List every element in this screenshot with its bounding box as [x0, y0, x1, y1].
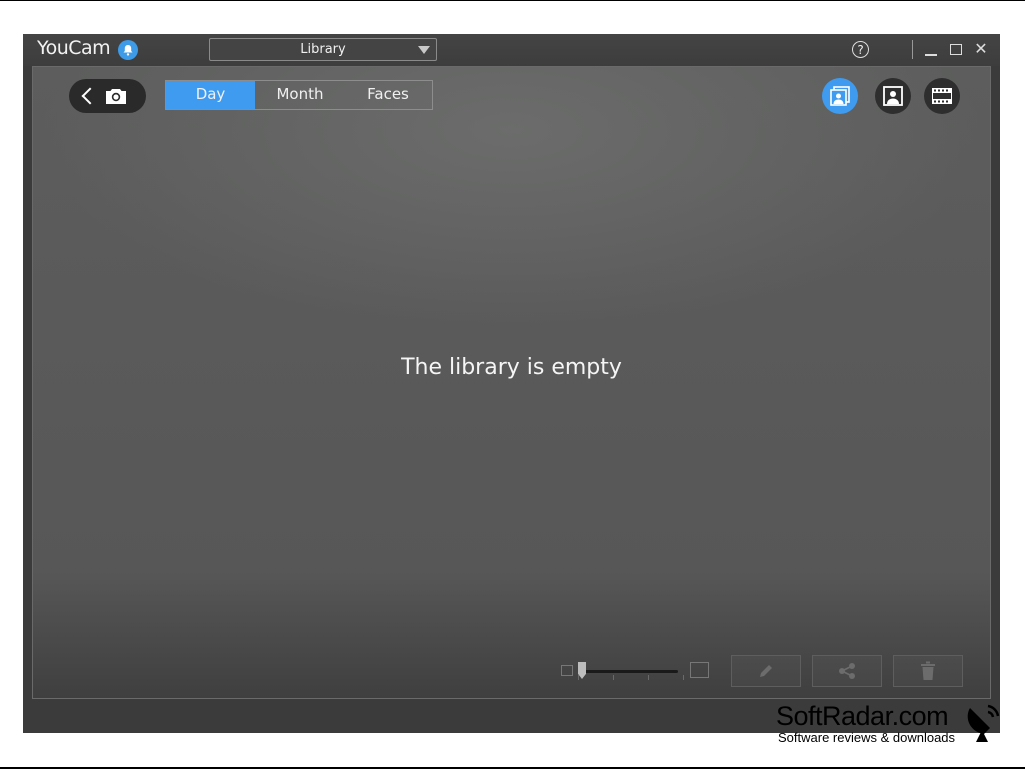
- help-icon[interactable]: ?: [852, 41, 869, 58]
- back-to-camera-button[interactable]: [69, 79, 146, 113]
- titlebar-divider: [912, 40, 913, 59]
- photo-icon: [883, 86, 903, 106]
- notification-bell-icon[interactable]: [118, 40, 138, 60]
- chevron-down-icon: [418, 46, 430, 54]
- tab-day[interactable]: Day: [166, 81, 255, 109]
- edit-button[interactable]: [731, 655, 801, 687]
- bottom-toolbar: [33, 653, 990, 698]
- close-button[interactable]: ✕: [973, 40, 989, 58]
- delete-button[interactable]: [893, 655, 963, 687]
- share-button[interactable]: [812, 655, 882, 687]
- app-title: YouCam: [37, 37, 111, 59]
- mode-select-value: Library: [300, 42, 346, 57]
- tab-month[interactable]: Month: [255, 81, 345, 109]
- trash-icon: [921, 661, 935, 680]
- view-photos-button[interactable]: [875, 78, 911, 114]
- title-bar: YouCam Library ? ✕: [23, 34, 1000, 66]
- radar-dish-logo-icon: [967, 704, 1000, 742]
- tab-faces[interactable]: Faces: [345, 81, 431, 109]
- watermark-title: SoftRadar.com: [776, 701, 949, 731]
- app-window: YouCam Library ? ✕ Day Month Faces The l…: [23, 34, 1000, 733]
- video-film-icon: [932, 88, 952, 104]
- mode-select-dropdown[interactable]: Library: [209, 38, 437, 61]
- library-content-area: Day Month Faces The library is empty: [32, 66, 991, 699]
- date-view-tabs: Day Month Faces: [165, 80, 433, 110]
- thumbnail-small-icon: [561, 665, 573, 676]
- chevron-left-icon: [81, 87, 99, 105]
- top-border: [0, 0, 1025, 1]
- thumbnail-large-icon: [690, 662, 709, 678]
- watermark-subtitle: Software reviews & downloads: [778, 730, 956, 745]
- camera-icon: [106, 89, 126, 104]
- view-videos-button[interactable]: [924, 78, 960, 114]
- minimize-button[interactable]: [923, 40, 939, 58]
- maximize-button[interactable]: [948, 40, 964, 58]
- view-all-media-button[interactable]: [822, 78, 858, 114]
- edit-pencil-icon: [760, 665, 772, 677]
- empty-library-message: The library is empty: [401, 355, 622, 380]
- library-all-icon: [830, 86, 850, 106]
- share-icon: [839, 663, 855, 679]
- thumbnail-size-slider[interactable]: [578, 670, 678, 673]
- slider-ticks: [578, 675, 684, 683]
